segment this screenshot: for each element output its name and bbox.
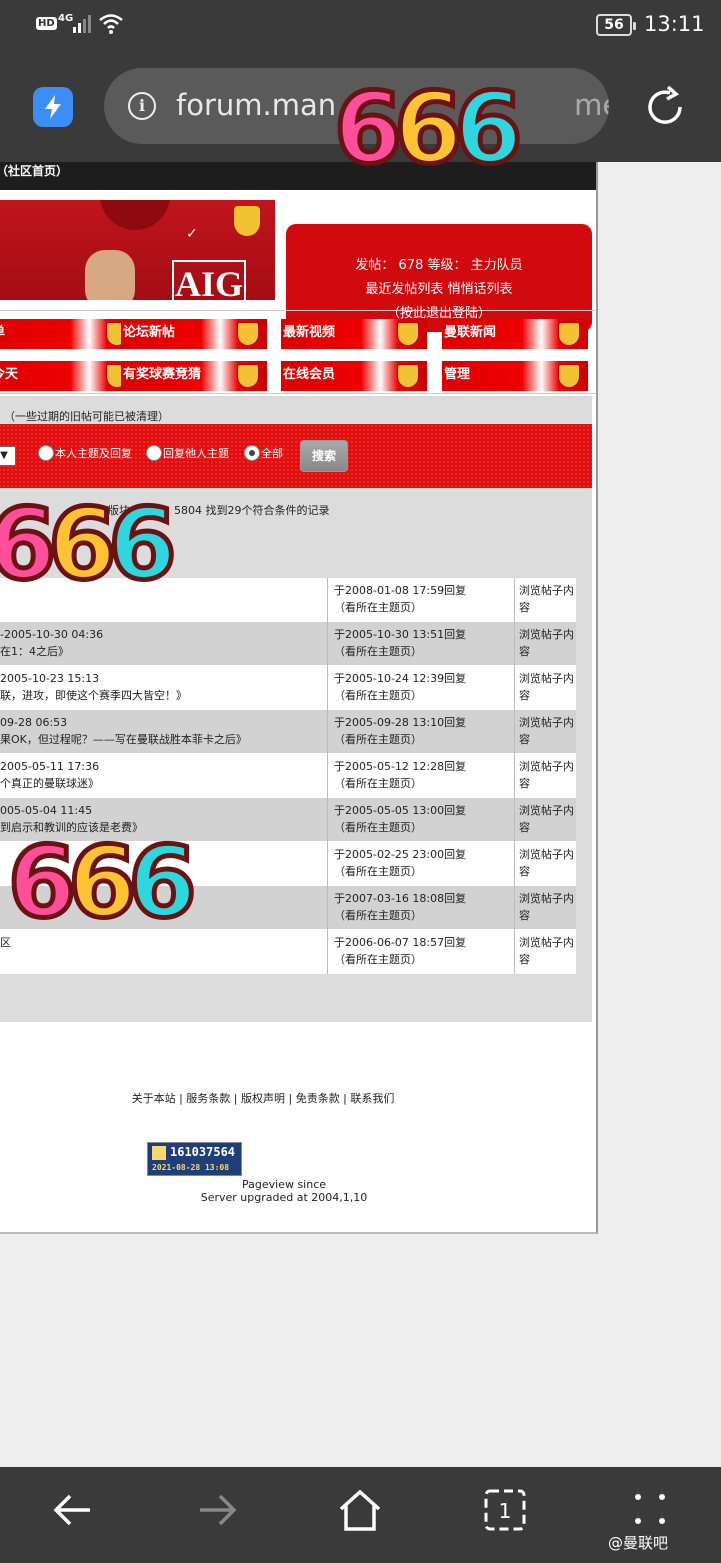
pageview-label: Pageview since <box>241 1178 327 1191</box>
crest-icon <box>237 322 259 346</box>
network-type: 4G <box>58 13 74 24</box>
view-post-link[interactable]: 浏览帖子内容 <box>514 842 576 886</box>
reply-time-cell[interactable]: 于2005-10-30 13:51回复 （看所在主题页） <box>327 622 513 666</box>
status-bar: HD 4G 56 13:11 <box>0 0 721 52</box>
reply-time-cell[interactable]: 于2006-06-07 18:57回复 （看所在主题页） <box>327 930 513 974</box>
sticker-digit: 6 <box>5 824 78 943</box>
watermark: @曼联吧 <box>608 1534 669 1552</box>
crest-icon <box>397 322 419 346</box>
sticker-666: 666 <box>0 486 179 605</box>
reply-time-cell[interactable]: 于2005-05-12 12:28回复 （看所在主题页） <box>327 754 513 798</box>
view-post-link[interactable]: 浏览帖子内容 <box>514 710 576 754</box>
cleanup-note: （一些过期的旧帖可能已被清理） <box>4 410 169 423</box>
svg-text:1: 1 <box>499 1499 512 1523</box>
home-icon[interactable] <box>336 1487 384 1535</box>
counter-icon <box>152 1146 166 1160</box>
nike-logo: ✓ <box>186 226 198 242</box>
sponsor-logo: AIG <box>172 260 246 300</box>
view-post-link[interactable]: 浏览帖子内容 <box>514 886 576 930</box>
back-arrow-icon[interactable] <box>50 1487 96 1533</box>
counter-date: 2021-08-28 13:08 <box>152 1163 230 1172</box>
battery-icon: 56 <box>596 14 636 36</box>
hd-indicator: HD <box>36 17 57 30</box>
nav-item-videos[interactable]: 最新视频 <box>281 319 427 349</box>
view-post-link[interactable]: 浏览帖子内容 <box>514 930 576 974</box>
view-post-link[interactable]: 浏览帖子内容 <box>514 798 576 842</box>
radio-button[interactable] <box>38 445 54 461</box>
search-button[interactable]: 搜索 <box>300 440 348 472</box>
reply-time-cell[interactable]: 于2005-10-24 12:39回复 （看所在主题页） <box>327 666 513 710</box>
sticker-666: 666 <box>331 70 525 189</box>
table-row: 2005-10-23 15:13 联，进攻，即使这个赛季四大皆空！》 于2005-1… <box>0 666 576 710</box>
sticker-digit: 6 <box>66 824 139 943</box>
board-select[interactable]: ▼ <box>0 446 16 466</box>
sticker-digit: 6 <box>46 486 119 605</box>
info-icon[interactable]: i <box>128 92 156 120</box>
nav-item-today[interactable]: 今天 <box>0 361 136 391</box>
view-post-link[interactable]: 浏览帖子内容 <box>514 666 576 710</box>
home-link[interactable]: （社区首页） <box>0 164 68 178</box>
view-post-link[interactable]: 浏览帖子内容 <box>514 622 576 666</box>
footer-links[interactable]: 关于本站 | 服务条款 | 版权声明 | 免责条款 | 联系我们 <box>0 1090 596 1106</box>
club-crest <box>234 206 260 236</box>
bolt-icon[interactable] <box>33 87 73 127</box>
jersey-collar <box>100 200 170 230</box>
sticker-digit: 6 <box>331 70 404 189</box>
table-row: 09-28 06:53 果OK，但过程呢？——写在曼联战胜本菲卡之后》 于2005-… <box>0 710 576 754</box>
radio-all[interactable]: 全部 <box>244 445 283 461</box>
crest-icon <box>237 364 259 388</box>
sticker-digit: 6 <box>126 824 199 943</box>
nav-item-news[interactable]: 曼联新闻 <box>442 319 588 349</box>
topic-cell[interactable]: -2005-10-30 04:36 在1：4之后》 <box>0 622 326 666</box>
crest-icon <box>397 364 419 388</box>
web-page: （社区首页） ✓ AIG 发帖： 678 等级： 主力队员 最近发帖列表 悄悄话… <box>0 162 598 1234</box>
menu-dots-icon[interactable] <box>628 1487 674 1533</box>
sticker-digit: 6 <box>106 486 179 605</box>
sticker-digit: 6 <box>452 70 525 189</box>
topic-cell[interactable]: 2005-05-11 17:36 个真正的曼联球迷》 <box>0 754 326 798</box>
radio-replies[interactable]: 回复他人主题 <box>146 445 229 461</box>
view-post-link[interactable]: 浏览帖子内容 <box>514 754 576 798</box>
nav-item-new-posts[interactable]: 论坛新帖 <box>121 319 267 349</box>
clock: 13:11 <box>644 12 705 36</box>
search-bar: ▼ 本人主题及回复 回复他人主题 全部 搜索 <box>0 424 592 488</box>
topic-cell[interactable]: 2005-10-23 15:13 联，进攻，即使这个赛季四大皆空！》 <box>0 666 326 710</box>
crest-icon <box>558 322 580 346</box>
table-row: -2005-10-30 04:36 在1：4之后》 于2005-10-30 13:5… <box>0 622 576 666</box>
radio-button[interactable] <box>146 445 162 461</box>
jersey-image: ✓ AIG <box>0 200 275 300</box>
radio-button-checked[interactable] <box>244 445 260 461</box>
nav-item-admin[interactable]: 管理 <box>442 361 588 391</box>
post-lists-links[interactable]: 最近发帖列表 悄悄话列表 <box>286 278 592 302</box>
nav-item-0[interactable]: 单 <box>0 319 136 349</box>
sticker-digit: 6 <box>0 486 59 605</box>
counter-number: 161037564 <box>170 1145 236 1159</box>
nav-item-online[interactable]: 在线会员 <box>281 361 427 391</box>
nav-item-quiz[interactable]: 有奖球赛竞猜 <box>121 361 267 391</box>
banner: ✓ AIG 发帖： 678 等级： 主力队员 最近发帖列表 悄悄话列表 （按此退… <box>0 190 596 332</box>
wifi-icon <box>99 14 123 34</box>
server-upgrade-label: Server upgraded at 2004,1,10 <box>200 1191 368 1204</box>
table-row: 2005-05-11 17:36 个真正的曼联球迷》 于2005-05-12 12:… <box>0 754 576 798</box>
topic-cell[interactable]: 09-28 06:53 果OK，但过程呢？——写在曼联战胜本菲卡之后》 <box>0 710 326 754</box>
sticker-666: 666 <box>5 824 199 943</box>
reply-time-cell[interactable]: 于2007-03-16 18:08回复 （看所在主题页） <box>327 886 513 930</box>
radio-own-topics[interactable]: 本人主题及回复 <box>38 445 132 461</box>
pageview-counter: 161037564 2021-08-28 13:08 <box>147 1142 242 1176</box>
reply-time-cell[interactable]: 于2005-09-28 13:10回复 （看所在主题页） <box>327 710 513 754</box>
player-face <box>85 250 135 300</box>
user-stats: 发帖： 678 等级： 主力队员 <box>355 258 523 273</box>
reply-time-cell[interactable]: 于2005-05-05 13:00回复 （看所在主题页） <box>327 798 513 842</box>
forum-nav: 单 论坛新帖 最新视频 曼联新闻 今天 有奖球赛竞猜 在线会员 管理 <box>0 310 596 394</box>
tabs-icon[interactable]: 1 <box>482 1487 528 1533</box>
reload-icon[interactable] <box>640 82 690 132</box>
crest-icon <box>558 364 580 388</box>
sticker-digit: 6 <box>392 70 465 189</box>
reply-time-cell[interactable]: 于2008-01-08 17:59回复 （看所在主题页） <box>327 578 513 622</box>
reply-time-cell[interactable]: 于2005-02-25 23:00回复 （看所在主题页） <box>327 842 513 886</box>
signal-icon <box>73 15 91 33</box>
forward-arrow-icon[interactable] <box>194 1487 240 1533</box>
view-post-link[interactable]: 浏览帖子内容 <box>514 578 576 622</box>
